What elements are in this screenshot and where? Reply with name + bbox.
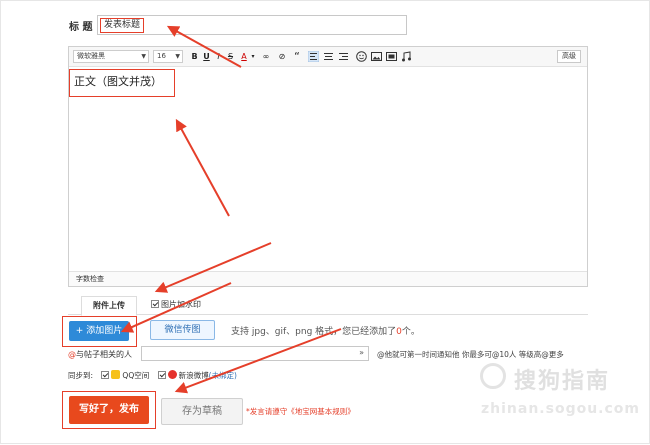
- post-form: 标 题 发表标题 微软雅黑 ▼ 16 ▼ B U I S A ▾ ∞ ⊘ “ 高…: [0, 0, 650, 444]
- title-input[interactable]: 发表标题: [97, 15, 407, 35]
- unlink-button[interactable]: ⊘: [275, 50, 289, 63]
- font-color-button[interactable]: A: [239, 50, 249, 63]
- emoji-icon[interactable]: [356, 51, 367, 62]
- support-suffix: 个。: [401, 327, 420, 337]
- watermark-option[interactable]: 图片加水印: [151, 299, 201, 310]
- save-draft-button[interactable]: 存为草稿: [161, 398, 243, 425]
- relate-hint: @他就可第一时间通知他 你最多可@10人 等级高@更多: [377, 350, 564, 359]
- chevron-down-icon: ▼: [175, 53, 180, 60]
- at-symbol: @: [68, 350, 76, 359]
- sync-qq-label: QQ空间: [122, 371, 150, 380]
- weibo-icon: [167, 370, 177, 379]
- quote-button[interactable]: “: [292, 50, 302, 63]
- sync-weibo-label: 新浪微博: [178, 371, 209, 380]
- relate-label: @与帖子相关的人: [68, 349, 132, 360]
- word-count-link[interactable]: 字数检查: [69, 271, 587, 286]
- link-button[interactable]: ∞: [259, 50, 273, 63]
- editor-toolbar: 微软雅黑 ▼ 16 ▼ B U I S A ▾ ∞ ⊘ “ 高级: [69, 47, 587, 67]
- editor-body-text[interactable]: 正文（图文并茂）: [69, 69, 175, 97]
- align-right-icon[interactable]: [338, 51, 349, 62]
- bind-link[interactable]: (未绑定): [209, 371, 237, 380]
- music-icon[interactable]: [401, 51, 412, 62]
- qzone-icon: [111, 370, 121, 379]
- publish-button[interactable]: 写好了，发布: [69, 396, 149, 424]
- tab-attachment-upload[interactable]: 附件上传: [81, 296, 137, 316]
- bold-button[interactable]: B: [190, 50, 199, 63]
- chevron-down-icon: ▼: [141, 53, 146, 60]
- attachment-tabbar: 附件上传 图片加水印: [68, 293, 588, 316]
- site-watermark-url: zhinan.sogou.com: [481, 401, 640, 417]
- relate-label-text: 与帖子相关的人: [76, 350, 132, 359]
- sync-weibo-option[interactable]: 新浪微博(未绑定): [157, 370, 237, 380]
- title-label: 标 题: [69, 22, 93, 33]
- relate-people-select[interactable]: »: [141, 346, 369, 361]
- image-icon[interactable]: [371, 51, 382, 62]
- support-prefix: 支持 jpg、gif、png 格式，您已经添加了: [231, 327, 397, 337]
- site-watermark: 搜狗指南: [480, 363, 611, 395]
- chevron-down-icon[interactable]: ▾: [250, 50, 256, 63]
- site-watermark-name: 搜狗指南: [514, 369, 611, 394]
- video-icon[interactable]: [386, 51, 397, 62]
- sync-qq-option[interactable]: QQ空间: [101, 370, 150, 380]
- format-support-text: 支持 jpg、gif、png 格式，您已经添加了0个。: [231, 324, 420, 337]
- italic-button[interactable]: I: [214, 50, 223, 63]
- advanced-button[interactable]: 高级: [557, 50, 581, 63]
- title-input-value: 发表标题: [100, 18, 145, 33]
- strikethrough-button[interactable]: S: [226, 50, 235, 63]
- align-center-icon[interactable]: [323, 51, 334, 62]
- sync-label: 同步到:: [68, 371, 94, 380]
- underline-button[interactable]: U: [202, 50, 211, 63]
- font-size-value: 16: [157, 52, 166, 60]
- sogou-logo-icon: [480, 363, 506, 389]
- rich-text-editor[interactable]: 微软雅黑 ▼ 16 ▼ B U I S A ▾ ∞ ⊘ “ 高级 正文（图文并茂…: [68, 46, 588, 287]
- font-size-select[interactable]: 16 ▼: [153, 50, 183, 63]
- font-family-value: 微软雅黑: [77, 52, 105, 60]
- rules-link[interactable]: *发言请遵守《地宝网基本规则》: [246, 406, 355, 417]
- add-image-highlight: + 添加图片: [62, 316, 137, 347]
- add-image-button[interactable]: + 添加图片: [69, 321, 129, 341]
- publish-highlight: 写好了，发布: [62, 391, 156, 429]
- sync-row: 同步到: QQ空间 新浪微博(未绑定): [68, 370, 237, 381]
- checkbox-icon[interactable]: [101, 371, 110, 379]
- watermark-option-label: 图片加水印: [161, 300, 201, 309]
- checkbox-icon[interactable]: [157, 371, 166, 379]
- double-chevron-down-icon: »: [359, 348, 364, 357]
- font-family-select[interactable]: 微软雅黑 ▼: [73, 50, 149, 63]
- align-left-icon[interactable]: [308, 51, 319, 62]
- checkbox-icon[interactable]: [151, 300, 159, 308]
- weixin-image-button[interactable]: 微信传图: [150, 320, 215, 340]
